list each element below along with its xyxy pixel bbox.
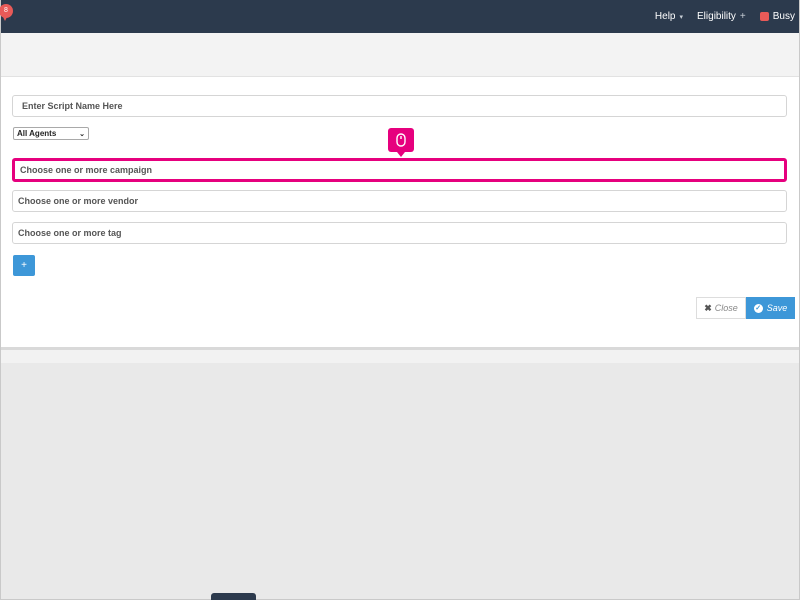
- add-button[interactable]: +: [13, 255, 35, 276]
- status-label: Busy: [772, 11, 795, 22]
- vendor-input[interactable]: [18, 191, 786, 211]
- save-button-label: Save: [766, 303, 788, 313]
- check-circle-icon: ✓: [753, 303, 763, 313]
- click-hint-tooltip: [388, 128, 414, 157]
- x-icon: ✖: [704, 302, 712, 313]
- agents-select-value: All Agents: [17, 129, 57, 138]
- mouse-icon: [396, 133, 406, 147]
- save-button[interactable]: ✓ Save: [746, 297, 795, 319]
- status-menu[interactable]: Busy: [759, 11, 795, 22]
- eligibility-menu[interactable]: Eligibility +: [697, 11, 746, 22]
- plus-icon: +: [739, 11, 746, 22]
- chevron-down-icon: ▾: [679, 13, 684, 21]
- status-square-icon: [759, 12, 769, 21]
- notification-pin-tail: [2, 15, 8, 21]
- chevron-down-icon: ⌄: [79, 130, 85, 138]
- add-button-label: +: [21, 260, 27, 271]
- vendor-field[interactable]: [12, 190, 787, 212]
- panel-footer-divider: [1, 347, 799, 363]
- bottom-tab[interactable]: [211, 593, 256, 600]
- nav-right: Help ▾ Eligibility + Busy: [655, 0, 795, 33]
- script-name-input[interactable]: [18, 96, 786, 116]
- campaign-field[interactable]: [12, 158, 787, 182]
- help-menu[interactable]: Help ▾: [655, 11, 683, 22]
- notification-count: 8: [4, 7, 8, 14]
- agents-select[interactable]: All Agents ⌄: [13, 127, 89, 140]
- page-header-band: [1, 33, 799, 77]
- close-button-label: Close: [714, 303, 738, 313]
- top-navbar: 8 Help ▾ Eligibility + Busy: [0, 0, 800, 33]
- tag-input[interactable]: [18, 223, 786, 243]
- eligibility-label: Eligibility: [697, 11, 736, 22]
- script-form-panel: All Agents ⌄ + ✖ Close ✓ Save: [1, 77, 799, 347]
- close-button[interactable]: ✖ Close: [696, 297, 746, 319]
- help-label: Help: [654, 11, 676, 22]
- script-name-field[interactable]: [12, 95, 787, 117]
- campaign-input[interactable]: [20, 161, 784, 179]
- tag-field[interactable]: [12, 222, 787, 244]
